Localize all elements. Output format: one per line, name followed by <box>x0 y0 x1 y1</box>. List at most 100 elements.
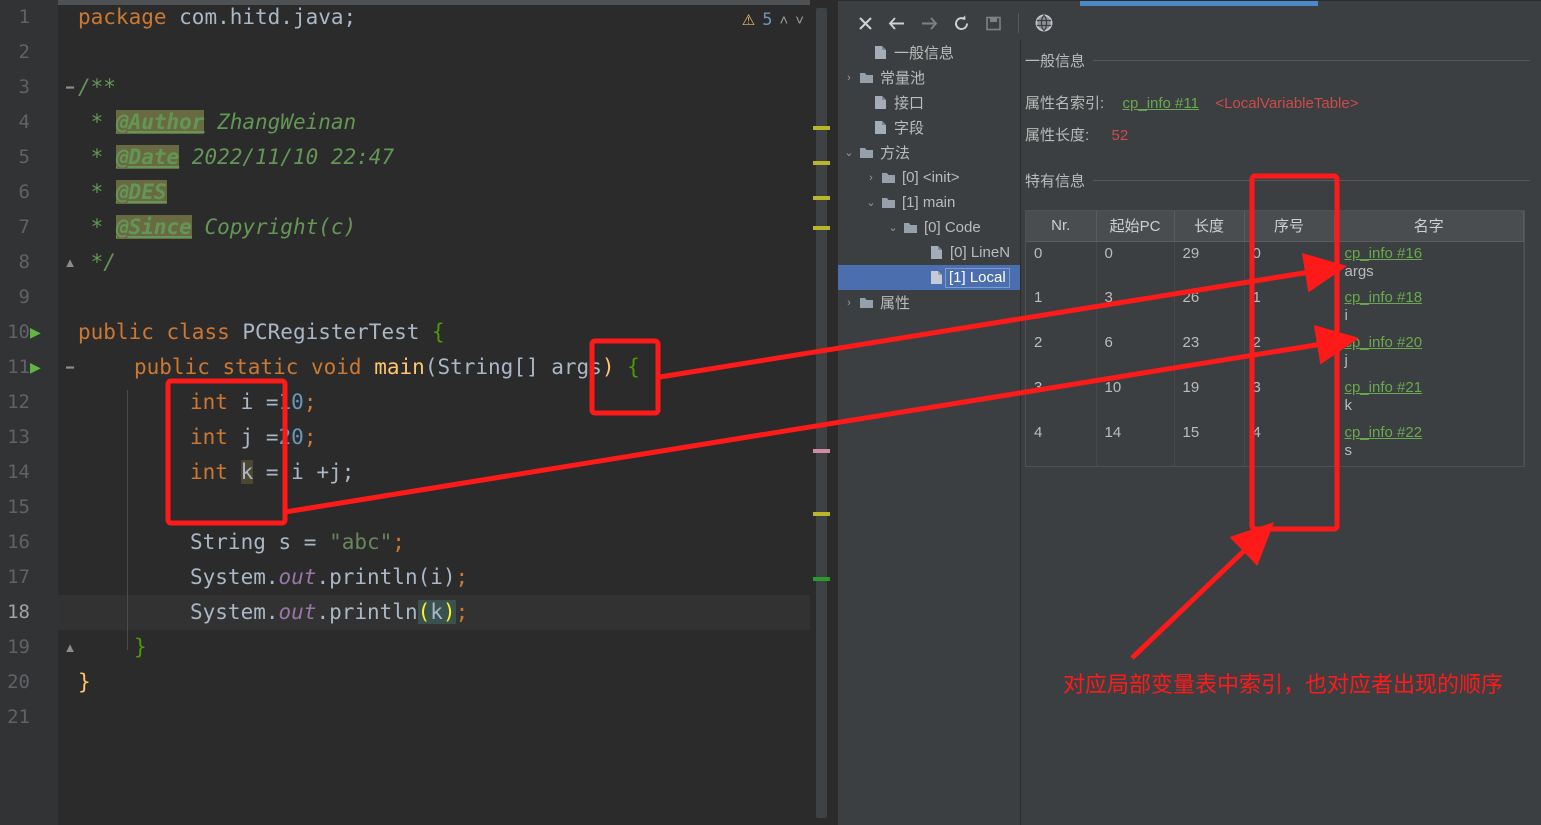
code-text-area[interactable]: package com.hitd.java; /** * @Author Zha… <box>78 0 810 825</box>
attribute-name-index-row: 属性名索引: cp_info #11 <LocalVariableTable> <box>1025 92 1358 113</box>
cell-name: cp_info #20 j <box>1334 331 1524 376</box>
close-icon[interactable] <box>850 9 880 37</box>
table-row[interactable]: 3 10 19 3 cp_info #21 k <box>1026 376 1524 421</box>
tree-item-label: 常量池 <box>880 70 926 87</box>
cp-info-link[interactable]: cp_info #11 <box>1123 95 1199 112</box>
file-icon <box>870 120 890 135</box>
keyword-int: int <box>190 390 228 414</box>
fold-end-icon[interactable]: ▲ <box>62 630 78 665</box>
cell-nr: 1 <box>1026 286 1097 331</box>
column-header-start-pc[interactable]: 起始PC <box>1096 211 1175 242</box>
cp-info-link[interactable]: cp_info #16 <box>1345 245 1524 262</box>
chevron-down-icon[interactable]: ⌄ <box>886 221 900 234</box>
stripe-warning-marker[interactable] <box>813 512 830 516</box>
tree-item-method-init[interactable]: › [0] <init> <box>838 165 1020 190</box>
code-line-12: int i =10; <box>78 385 316 420</box>
string-literal-abc: "abc" <box>329 530 393 554</box>
table-row[interactable]: 1 3 26 1 cp_info #18 i <box>1026 286 1524 331</box>
app-window: 1 2 3 4 5 6 7 8 9 10 11 12 13 14 15 16 1… <box>0 0 1541 825</box>
back-arrow-icon[interactable] <box>882 9 912 37</box>
code-line-14: int k = i +j; <box>78 455 354 490</box>
table-row[interactable]: 0 0 29 0 cp_info #16 args <box>1026 241 1524 286</box>
forward-arrow-icon[interactable] <box>914 9 944 37</box>
class-structure-tree[interactable]: 一般信息 › 常量池 接口 字段 ⌄ 方法 › [0] <init> ⌄ [1]… <box>838 40 1020 825</box>
line-number: 21 <box>7 706 30 728</box>
variable-name: k <box>1344 397 1353 414</box>
tree-item-local-variable-table[interactable]: [1] Local <box>838 265 1020 290</box>
tree-item-attributes[interactable]: › 属性 <box>838 290 1020 315</box>
folder-icon <box>856 296 876 309</box>
literal-20: 20 <box>278 425 304 449</box>
javadoc-tag-author: @Author <box>115 110 205 134</box>
tree-item-method-main[interactable]: ⌄ [1] main <box>838 190 1020 215</box>
column-header-index[interactable]: 序号 <box>1244 211 1335 242</box>
editor-gutter[interactable]: 1 2 3 4 5 6 7 8 9 10 11 12 13 14 15 16 1… <box>0 0 58 825</box>
tree-item-line-number-table[interactable]: [0] LineN <box>838 240 1020 265</box>
code-line-19: } <box>78 630 147 665</box>
column-header-name[interactable]: 名字 <box>1334 211 1524 242</box>
fold-minus-icon[interactable]: ━ <box>62 350 78 385</box>
local-variable-table[interactable]: Nr. 起始PC 长度 序号 名字 0 0 29 0 cp_info #16 a… <box>1025 210 1525 467</box>
refresh-icon[interactable] <box>946 9 976 37</box>
class-System: System. <box>190 565 279 589</box>
chevron-down-icon[interactable]: ⌄ <box>842 146 856 159</box>
method-name-main: main <box>374 355 425 379</box>
chevron-down-icon[interactable]: ⌄ <box>864 196 878 209</box>
tree-item-label: [1] main <box>902 194 956 211</box>
fold-minus-icon[interactable]: ━ <box>62 70 78 105</box>
chevron-right-icon[interactable]: › <box>864 172 878 184</box>
tree-item-code-attribute[interactable]: ⌄ [0] Code <box>838 215 1020 240</box>
package-name: com.hitd.java; <box>166 5 357 29</box>
table-row[interactable]: 4 14 15 4 cp_info #22 s <box>1026 421 1524 466</box>
tree-item-general-info[interactable]: 一般信息 <box>838 40 1020 65</box>
cp-info-link[interactable]: cp_info #21 <box>1345 379 1524 396</box>
tree-item-constant-pool[interactable]: › 常量池 <box>838 65 1020 90</box>
run-gutter-icon[interactable]: ▶ <box>30 350 44 385</box>
cp-info-link[interactable]: cp_info #22 <box>1345 424 1524 441</box>
call-println: .println <box>316 600 418 624</box>
semicolon: ; <box>455 600 469 624</box>
variable-name: s <box>1344 442 1353 459</box>
stripe-warning-marker[interactable] <box>813 161 830 165</box>
tree-item-interfaces[interactable]: 接口 <box>838 90 1020 115</box>
tree-item-label: [1] Local <box>945 267 1010 288</box>
comment-star: * <box>78 215 116 239</box>
keyword-int: int <box>190 460 228 484</box>
tree-item-fields[interactable]: 字段 <box>838 115 1020 140</box>
line-number: 5 <box>18 146 30 168</box>
code-editor[interactable]: 1 2 3 4 5 6 7 8 9 10 11 12 13 14 15 16 1… <box>0 0 838 825</box>
fold-end-icon[interactable]: ▲ <box>62 245 78 280</box>
cell-index: 1 <box>1244 286 1335 331</box>
comment-text: Copyright(c) <box>191 215 357 239</box>
chevron-right-icon[interactable]: › <box>842 297 856 309</box>
stripe-warning-marker[interactable] <box>813 126 830 130</box>
line-number: 6 <box>18 181 30 203</box>
cp-info-link[interactable]: cp_info #18 <box>1345 289 1524 306</box>
column-header-nr[interactable]: Nr. <box>1026 211 1097 242</box>
chevron-up-icon[interactable]: ˄ <box>779 12 788 29</box>
error-stripe[interactable] <box>810 0 838 825</box>
stripe-ok-marker[interactable] <box>813 577 830 581</box>
cp-info-link[interactable]: cp_info #20 <box>1345 334 1524 351</box>
chevron-down-icon[interactable]: ˅ <box>795 12 804 29</box>
cell-start-pc: 0 <box>1096 241 1175 286</box>
chevron-right-icon[interactable]: › <box>842 72 856 84</box>
semicolon: ; <box>392 530 405 554</box>
save-icon[interactable] <box>978 9 1008 37</box>
table-row[interactable]: 2 6 23 2 cp_info #20 j <box>1026 331 1524 376</box>
semicolon: ; <box>303 425 317 449</box>
stripe-change-marker[interactable] <box>813 449 830 453</box>
line-number: 11 <box>7 356 30 378</box>
stripe-warning-marker[interactable] <box>813 226 830 230</box>
stripe-warning-marker[interactable] <box>813 196 830 200</box>
inspection-widget[interactable]: ⚠ 5 ˄ ˅ <box>742 6 804 34</box>
cell-start-pc: 3 <box>1096 286 1175 331</box>
tree-item-methods[interactable]: ⌄ 方法 <box>838 140 1020 165</box>
line-number: 7 <box>18 216 30 238</box>
section-rule <box>1093 60 1530 61</box>
run-gutter-icon[interactable]: ▶ <box>30 315 44 350</box>
globe-icon[interactable] <box>1029 9 1059 37</box>
semicolon: ; <box>455 565 469 589</box>
column-header-length[interactable]: 长度 <box>1174 211 1245 242</box>
specific-info-section-header: 特有信息 <box>1025 170 1530 191</box>
